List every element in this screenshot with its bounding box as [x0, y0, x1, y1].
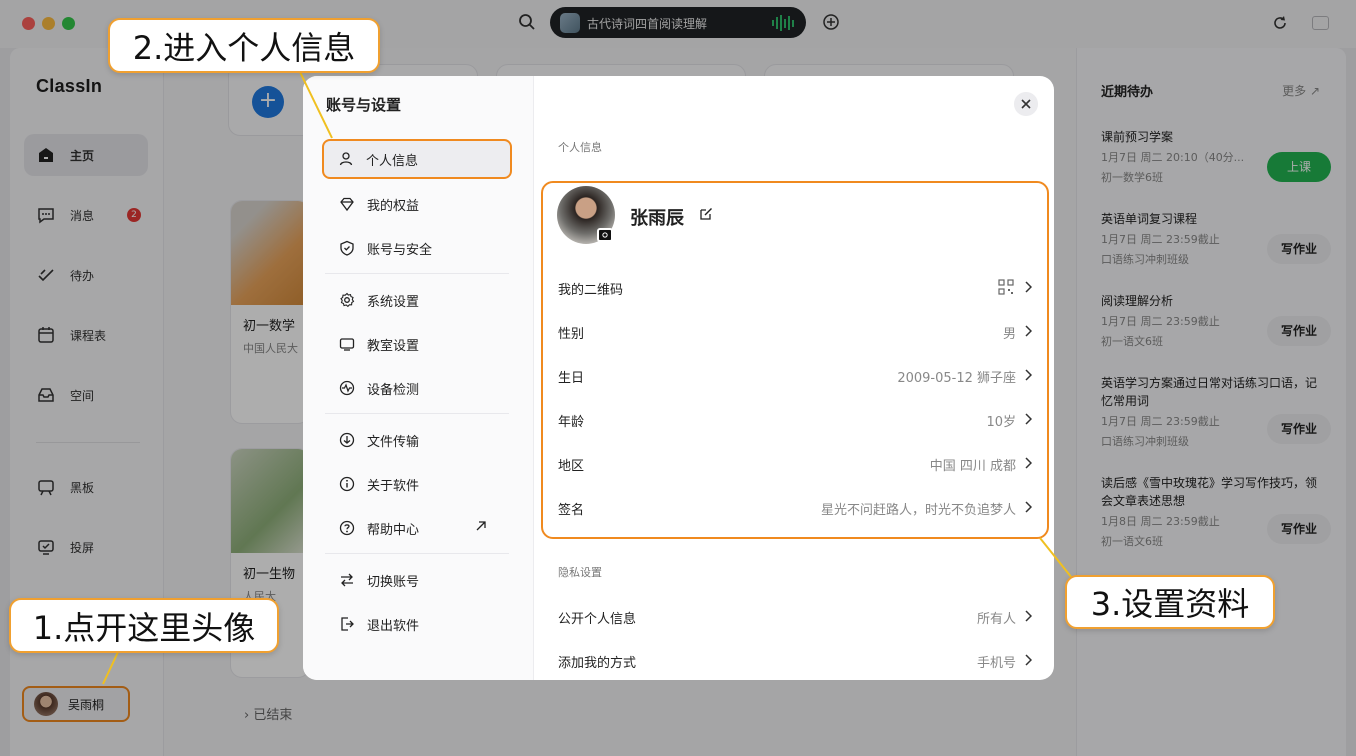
menu-item-label: 文件传输	[367, 434, 420, 450]
row-label: 地区	[558, 459, 585, 474]
row-qr-code[interactable]: 我的二维码	[558, 266, 1032, 310]
row-birthday[interactable]: 生日 2009-05-12 狮子座	[558, 354, 1032, 398]
diamond-icon	[340, 197, 354, 212]
camera-icon[interactable]	[597, 228, 613, 242]
settings-menu: 账号与设置 个人信息 我的权益 账号与安全 系统设置 教室设置 设备检测 文件传…	[303, 76, 534, 680]
menu-item-exit-app[interactable]: 退出软件	[325, 606, 509, 642]
chevron-right-icon	[1025, 457, 1032, 469]
menu-item-personal-info[interactable]: 个人信息	[322, 139, 512, 179]
row-label: 年龄	[558, 415, 585, 430]
menu-item-label: 设备检测	[367, 382, 420, 398]
menu-item-system-settings[interactable]: 系统设置	[325, 282, 509, 318]
screen-icon	[339, 338, 355, 351]
row-value: 中国 四川 成都	[929, 459, 1016, 474]
menu-item-benefits[interactable]: 我的权益	[325, 186, 509, 222]
menu-item-label: 切换账号	[367, 574, 420, 590]
chevron-right-icon	[1025, 369, 1032, 381]
menu-divider	[325, 553, 509, 554]
menu-item-label: 退出软件	[367, 618, 420, 634]
menu-item-label: 系统设置	[367, 294, 420, 310]
info-icon	[339, 476, 355, 492]
row-gender[interactable]: 性别 男	[558, 310, 1032, 354]
row-value: 手机号	[976, 656, 1016, 671]
menu-item-label: 教室设置	[367, 338, 420, 354]
callout-step-3: 3.设置资料	[1065, 575, 1275, 629]
chevron-right-icon	[1025, 325, 1032, 337]
external-link-icon	[476, 521, 486, 531]
dialog-title: 账号与设置	[326, 96, 402, 114]
menu-divider	[325, 273, 509, 274]
menu-item-account-security[interactable]: 账号与安全	[325, 230, 509, 266]
row-label: 签名	[558, 503, 585, 518]
menu-item-label: 账号与安全	[367, 242, 433, 258]
row-add-me-method[interactable]: 添加我的方式 手机号	[558, 639, 1032, 680]
gear-icon	[340, 292, 355, 308]
menu-item-label: 个人信息	[366, 153, 419, 169]
pulse-icon	[339, 380, 355, 396]
row-label: 性别	[558, 327, 585, 342]
menu-item-device-check[interactable]: 设备检测	[325, 370, 509, 406]
person-icon	[339, 152, 353, 166]
logout-icon	[341, 617, 354, 631]
row-age[interactable]: 年龄 10岁	[558, 398, 1032, 442]
callout-step-1: 1.点开这里头像	[9, 598, 279, 653]
profile-name: 张雨辰	[630, 208, 684, 229]
menu-item-label: 关于软件	[367, 478, 420, 494]
menu-item-label: 我的权益	[367, 198, 420, 214]
row-value: 所有人	[976, 612, 1016, 627]
chevron-right-icon	[1025, 610, 1032, 622]
qr-code-icon	[998, 279, 1014, 295]
menu-item-switch-account[interactable]: 切换账号	[325, 562, 509, 598]
section-title-privacy: 隐私设置	[558, 566, 602, 579]
menu-item-classroom-settings[interactable]: 教室设置	[325, 326, 509, 362]
menu-item-help-center[interactable]: 帮助中心	[325, 510, 509, 546]
chevron-right-icon	[1025, 501, 1032, 513]
row-label: 生日	[558, 371, 585, 386]
row-value: 男	[1002, 327, 1016, 342]
help-icon	[339, 520, 355, 536]
shield-icon	[340, 240, 354, 256]
row-label: 添加我的方式	[558, 656, 637, 671]
account-settings-dialog: 账号与设置 个人信息 我的权益 账号与安全 系统设置 教室设置 设备检测 文件传…	[303, 76, 1054, 680]
row-region[interactable]: 地区 中国 四川 成都	[558, 442, 1032, 486]
row-value: 星光不问赶路人，时光不负追梦人	[820, 503, 1016, 518]
menu-item-file-transfer[interactable]: 文件传输	[325, 422, 509, 458]
menu-item-label: 帮助中心	[367, 522, 420, 538]
section-title-personal: 个人信息	[558, 141, 602, 154]
edit-icon[interactable]	[699, 207, 713, 221]
menu-item-about[interactable]: 关于软件	[325, 466, 509, 502]
download-icon	[339, 432, 355, 448]
switch-icon	[341, 573, 353, 587]
row-public-info[interactable]: 公开个人信息 所有人	[558, 595, 1032, 639]
chevron-right-icon	[1025, 654, 1032, 666]
row-label: 公开个人信息	[558, 612, 637, 627]
row-signature[interactable]: 签名 星光不问赶路人，时光不负追梦人	[558, 486, 1032, 530]
close-icon[interactable]	[1014, 92, 1038, 116]
row-value: 10岁	[986, 415, 1016, 430]
chevron-right-icon	[1025, 413, 1032, 425]
menu-divider	[325, 413, 509, 414]
row-label: 我的二维码	[558, 283, 624, 298]
chevron-right-icon	[1025, 281, 1032, 293]
callout-step-2: 2.进入个人信息	[108, 18, 380, 73]
row-value: 2009-05-12 狮子座	[897, 371, 1016, 386]
